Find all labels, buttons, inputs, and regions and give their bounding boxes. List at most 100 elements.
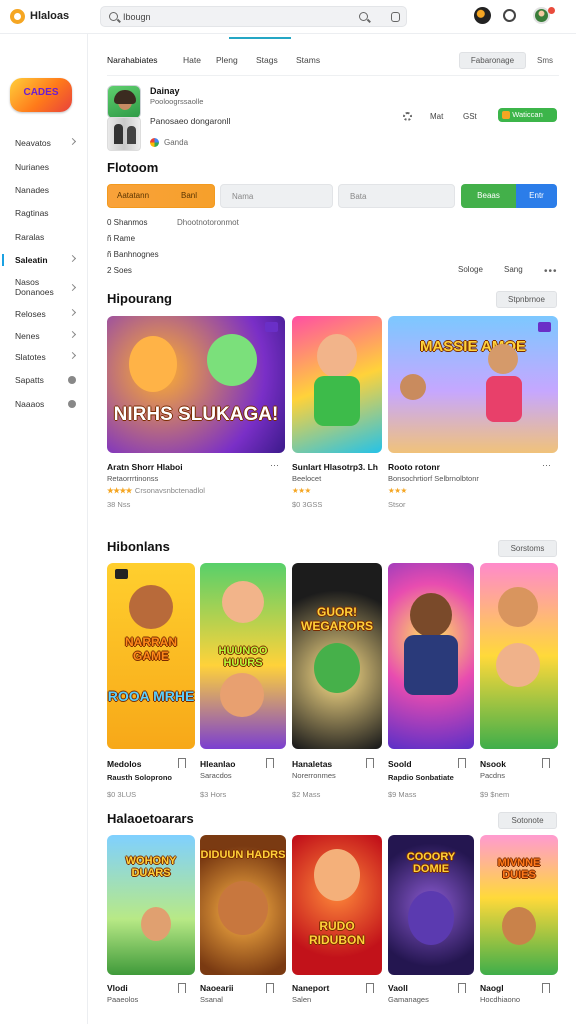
game-thumbnail[interactable]: DIDUUN HADRS: [200, 835, 286, 975]
game-thumbnail[interactable]: GUOR! WEGARORS: [292, 563, 382, 749]
game-title[interactable]: Vaoll: [388, 983, 408, 993]
bookmark-icon[interactable]: [542, 758, 550, 768]
search-submit-icon[interactable]: [359, 12, 368, 21]
header-link[interactable]: Sms: [537, 56, 553, 65]
tab[interactable]: Pleng: [216, 55, 238, 65]
more-icon[interactable]: ⋯: [270, 460, 279, 471]
profile-name[interactable]: Dainay: [150, 86, 180, 96]
info-text: Dhootnotoronmot: [177, 218, 239, 227]
tab-active[interactable]: Narahabiates: [107, 55, 158, 65]
voice-search-icon[interactable]: [391, 12, 400, 22]
tab[interactable]: Hate: [183, 55, 201, 65]
search-bar[interactable]: [100, 6, 407, 27]
premium-badge[interactable]: Waticcan: [498, 108, 557, 122]
see-all-button[interactable]: Sotonote: [498, 812, 557, 829]
bookmark-icon[interactable]: [542, 983, 550, 993]
bookmark-icon[interactable]: [458, 758, 466, 768]
orange-selector[interactable]: Aatatann Banl: [107, 184, 215, 208]
sort-option[interactable]: Sang: [504, 265, 523, 274]
game-card[interactable]: HUUNOO HUURS Hleanlao Saracdos $3 Hors: [200, 563, 286, 803]
sidebar-item[interactable]: Nurianes: [0, 159, 88, 177]
game-card[interactable]: Nsook Pacdns $9 $nem: [480, 563, 558, 803]
sidebar-item-active[interactable]: Saleatin: [0, 252, 88, 270]
game-title[interactable]: Rooto rotonr: [388, 462, 440, 472]
sidebar-item[interactable]: Raralas: [0, 229, 88, 247]
sidebar-logo[interactable]: CADES: [10, 78, 72, 112]
game-thumbnail[interactable]: HUUNOO HUURS: [200, 563, 286, 749]
green-action-button[interactable]: Beaas: [461, 184, 516, 208]
game-card[interactable]: DIDUUN HADRS Naoearii Ssanal: [200, 835, 286, 1024]
name-field[interactable]: Nama: [220, 184, 333, 208]
game-thumbnail[interactable]: [480, 563, 558, 749]
game-title[interactable]: Sunlart Hlasotrp3. Lh: [292, 462, 378, 472]
sidebar-item[interactable]: Sapatts: [0, 372, 88, 390]
game-price: $0 3GSS: [292, 500, 323, 509]
bookmark-icon[interactable]: [458, 983, 466, 993]
help-icon[interactable]: [503, 9, 516, 22]
sidebar-item[interactable]: Naaaos: [0, 396, 88, 414]
gear-icon[interactable]: [403, 112, 412, 121]
sidebar-item[interactable]: Ragtinas: [0, 205, 88, 223]
profile-description: Panosaeo dongaronll: [150, 116, 231, 126]
game-title[interactable]: Soold: [388, 759, 412, 769]
sidebar-item[interactable]: Reloses: [0, 306, 88, 324]
game-title[interactable]: Naogl: [480, 983, 504, 993]
search-input[interactable]: [123, 10, 343, 24]
game-title[interactable]: Vlodi: [107, 983, 128, 993]
game-card[interactable]: NARRAN GAME ROOA MRHE Medolos Rausth Sol…: [107, 563, 195, 803]
game-card[interactable]: Sunlart Hlasotrp3. Lh Beelocet ★★★ $0 3G…: [292, 316, 382, 511]
sort-option[interactable]: Sologe: [458, 265, 483, 274]
game-card[interactable]: MIVNNE DUIES Naogl Hocdhiaono: [480, 835, 558, 1024]
sidebar-item[interactable]: Slatotes: [0, 349, 88, 367]
game-title[interactable]: Naneport: [292, 983, 329, 993]
game-title[interactable]: Naoearii: [200, 983, 234, 993]
bookmark-icon[interactable]: [266, 758, 274, 768]
see-all-button[interactable]: Stpnbrnoe: [496, 291, 557, 308]
game-card[interactable]: GUOR! WEGARORS Hanaletas Norerronmes $2 …: [292, 563, 382, 803]
game-title[interactable]: Hleanlao: [200, 759, 235, 769]
more-icon[interactable]: ⋯: [542, 460, 551, 471]
bookmark-icon[interactable]: [366, 758, 374, 768]
see-all-button[interactable]: Sorstoms: [498, 540, 557, 557]
game-card[interactable]: RUDO RIDUBON Naneport Salen: [292, 835, 382, 1024]
game-card[interactable]: COOORY DOMIE Vaoll Gamanages: [388, 835, 474, 1024]
tab[interactable]: Stags: [256, 55, 278, 65]
game-title[interactable]: Medolos: [107, 759, 141, 769]
notifications-icon[interactable]: [474, 7, 491, 24]
app-title[interactable]: Hlaloas: [30, 10, 69, 22]
game-thumbnail[interactable]: COOORY DOMIE: [388, 835, 474, 975]
sidebar-item[interactable]: Neavatos: [0, 135, 88, 153]
sidebar-item[interactable]: Nanades: [0, 182, 88, 200]
game-thumbnail[interactable]: NIRHS SLUKAGA!: [107, 316, 285, 453]
game-thumbnail[interactable]: [388, 563, 474, 749]
game-thumbnail[interactable]: MIVNNE DUIES: [480, 835, 558, 975]
game-thumbnail[interactable]: WOHONY DUARS: [107, 835, 195, 975]
game-card[interactable]: NIRHS SLUKAGA! Aratn Shorr Hlaboi ⋯ Reta…: [107, 316, 285, 511]
sidebar-item[interactable]: Nasos Donanoes: [0, 274, 88, 298]
bookmark-icon[interactable]: [178, 758, 186, 768]
game-thumbnail[interactable]: MASSIE AMOE: [388, 316, 558, 453]
header-action-button[interactable]: Fabaronage: [459, 52, 526, 69]
game-title[interactable]: Aratn Shorr Hlaboi: [107, 462, 183, 472]
data-field[interactable]: Bata: [338, 184, 455, 208]
sidebar-item[interactable]: Nenes: [0, 328, 88, 346]
bookmark-icon[interactable]: [266, 983, 274, 993]
game-thumbnail[interactable]: [292, 316, 382, 453]
game-thumbnail[interactable]: RUDO RIDUBON: [292, 835, 382, 975]
bookmark-icon[interactable]: [366, 983, 374, 993]
game-card[interactable]: Soold Rapdio Sonbatiate $9 Mass: [388, 563, 474, 803]
app-logo-icon[interactable]: [10, 9, 25, 24]
more-icon[interactable]: •••: [544, 266, 558, 277]
blue-action-button[interactable]: Entr: [516, 184, 557, 208]
profile-photo[interactable]: [107, 117, 141, 151]
rating-stars: ★★★★ Crsonavsnbctenadlol: [107, 486, 205, 495]
bookmark-icon[interactable]: [178, 983, 186, 993]
game-card[interactable]: MASSIE AMOE Rooto rotonr ⋯ Bonsochrtiorf…: [388, 316, 558, 511]
game-title[interactable]: Nsook: [480, 759, 506, 769]
game-card[interactable]: WOHONY DUARS Vlodi Paaeolos: [107, 835, 195, 1024]
tab[interactable]: Stams: [296, 55, 320, 65]
game-title[interactable]: Hanaletas: [292, 759, 332, 769]
game-thumbnail[interactable]: NARRAN GAME ROOA MRHE: [107, 563, 195, 749]
section-title: Halaoetoarars: [107, 811, 194, 826]
profile-avatar[interactable]: [107, 85, 141, 119]
